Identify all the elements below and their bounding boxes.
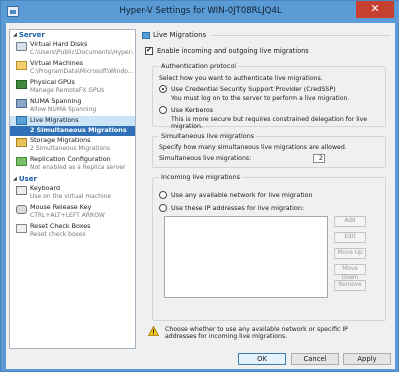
tree-item-subtext: Reset check boxes [30,231,86,238]
tree-item-label: Physical GPUs [30,78,75,86]
replication-icon [16,157,27,166]
gpu-icon [16,80,27,89]
tree-item-subtext: Not enabled as a Replica server [30,164,126,171]
apply-button[interactable]: Apply [343,353,391,365]
info-text: Choose whether to use any available netw… [165,326,348,340]
edit-button[interactable]: Edit [334,232,366,243]
settings-tree: ◢ Server Virtual Hard Disks C:\Users\Pub… [9,29,136,349]
enable-live-migrations-label: Enable incoming and outgoing live migrat… [157,47,309,55]
enable-live-migrations-row[interactable]: Enable incoming and outgoing live migrat… [145,46,390,55]
credssp-option[interactable]: Use Credential Security Support Provider… [159,85,336,93]
these-ips-label: Use these IP addresses for live migratio… [171,204,305,212]
credssp-description: You must log on to the server to perform… [171,95,350,102]
group-title: Simultaneous live migrations [159,132,257,140]
disk-icon [16,42,27,51]
any-network-option[interactable]: Use any available network for live migra… [159,191,313,199]
move-up-button[interactable]: Move Up [334,248,366,259]
storage-icon [16,138,27,147]
tree-item-keyboard[interactable]: Keyboard Use on the virtual machine [10,184,135,203]
tree-item-live-migrations[interactable]: Live Migrations [10,116,135,126]
kerberos-option[interactable]: Use Kerberos [159,106,213,114]
cancel-button[interactable]: Cancel [291,353,339,365]
info-message: Choose whether to use any available netw… [148,326,380,340]
simultaneous-field-label: Simultaneous live migrations: [159,155,252,162]
tree-item-physical-gpus[interactable]: Physical GPUs Manage RemoteFX GPUs [10,78,135,97]
add-button[interactable]: Add [334,216,366,227]
tree-item-subtext: Use on the virtual machine [30,193,112,200]
any-network-radio[interactable] [159,191,167,199]
title-bar[interactable]: Hyper-V Settings for WIN-0JT08RLJQ4L ✕ [1,1,399,23]
tree-item-mouse-release-key[interactable]: Mouse Release Key CTRL+ALT+LEFT ARROW [10,203,135,222]
ip-address-list[interactable] [164,216,328,298]
collapse-triangle-icon[interactable]: ◢ [13,174,17,184]
incoming-migrations-group: Incoming live migrations Use any availab… [152,173,386,321]
tree-item-storage-migrations[interactable]: Storage Migrations 2 Simultaneous Migrat… [10,136,135,155]
tree-item-label: Keyboard [30,184,61,192]
server-group-header[interactable]: ◢ Server [10,30,135,40]
tree-item-subtext: 2 Simultaneous Migrations [30,145,110,152]
tree-item-subtext: C:\ProgramData\Microsoft\Windo... [30,68,134,75]
any-network-label: Use any available network for live migra… [171,191,313,199]
remove-button[interactable]: Remove [334,280,366,291]
close-button[interactable]: ✕ [356,1,394,18]
server-header-label: Server [18,31,45,39]
kerberos-description: This is more secure but requires constra… [171,116,368,130]
tree-item-subtext: Allow NUMA Spanning [30,106,97,113]
tree-item-label: 2 Simultaneous Migrations [30,126,127,134]
auth-prompt: Select how you want to authenticate live… [159,75,323,82]
window-title: Hyper-V Settings for WIN-0JT08RLJQ4L [119,6,282,16]
authentication-protocol-group: Authentication protocol Select how you w… [152,62,386,130]
ok-button[interactable]: OK [238,353,286,365]
tree-item-numa-spanning[interactable]: NUMA Spanning Allow NUMA Spanning [10,97,135,116]
user-header-label: User [18,175,37,183]
tree-item-virtual-hard-disks[interactable]: Virtual Hard Disks C:\Users\Public\Docum… [10,40,135,59]
kerberos-radio[interactable] [159,106,167,114]
these-ips-radio[interactable] [159,204,167,212]
numa-icon [16,99,27,108]
simultaneous-migrations-input[interactable]: 2 [313,154,325,163]
dialog-client-area: ◢ Server Virtual Hard Disks C:\Users\Pub… [6,23,395,369]
reset-icon [16,224,27,233]
header-divider [211,34,390,36]
simultaneous-migrations-group: Simultaneous live migrations Specify how… [152,132,386,168]
move-down-button[interactable]: Move Down [334,264,366,281]
panel-header: Live Migrations [142,29,390,41]
user-group-header[interactable]: ◢ User [10,174,135,184]
tree-item-virtual-machines[interactable]: Virtual Machines C:\ProgramData\Microsof… [10,59,135,78]
credssp-label: Use Credential Security Support Provider… [171,85,336,93]
enable-live-migrations-checkbox[interactable] [145,46,153,55]
hyper-v-settings-window: Hyper-V Settings for WIN-0JT08RLJQ4L ✕ ◢… [0,0,399,372]
tree-item-replication-configuration[interactable]: Replication Configuration Not enabled as… [10,155,135,174]
live-migration-icon [16,116,27,125]
tree-item-label: Storage Migrations [30,136,91,144]
tree-item-label: Replication Configuration [30,155,111,163]
these-ips-option[interactable]: Use these IP addresses for live migratio… [159,204,304,212]
tree-item-label: NUMA Spanning [30,97,82,105]
tree-item-simultaneous-migrations[interactable]: 2 Simultaneous Migrations [10,126,135,136]
credssp-radio[interactable] [159,85,167,93]
mouse-icon [16,205,27,214]
live-migration-icon [142,31,150,39]
tree-item-subtext: CTRL+ALT+LEFT ARROW [30,212,105,219]
keyboard-icon [16,186,27,195]
tree-item-reset-check-boxes[interactable]: Reset Check Boxes Reset check boxes [10,222,135,241]
group-title: Incoming live migrations [159,173,242,181]
tree-item-subtext: C:\Users\Public\Documents\Hyper-... [30,49,135,56]
collapse-triangle-icon[interactable]: ◢ [13,30,17,40]
panel-title: Live Migrations [153,31,207,39]
tree-item-label: Virtual Machines [30,59,83,67]
simultaneous-description: Specify how many simultaneous live migra… [159,144,347,151]
tree-item-label: Mouse Release Key [30,203,92,211]
group-title: Authentication protocol [159,62,239,70]
tree-item-label: Virtual Hard Disks [30,40,88,48]
live-migrations-panel: Live Migrations Enable incoming and outg… [142,29,390,349]
tree-item-label: Reset Check Boxes [30,222,91,230]
tree-item-label: Live Migrations [30,116,79,124]
kerberos-label: Use Kerberos [171,106,214,114]
tree-item-subtext: Manage RemoteFX GPUs [30,87,105,94]
warning-icon [148,326,159,336]
folder-icon [16,61,27,70]
